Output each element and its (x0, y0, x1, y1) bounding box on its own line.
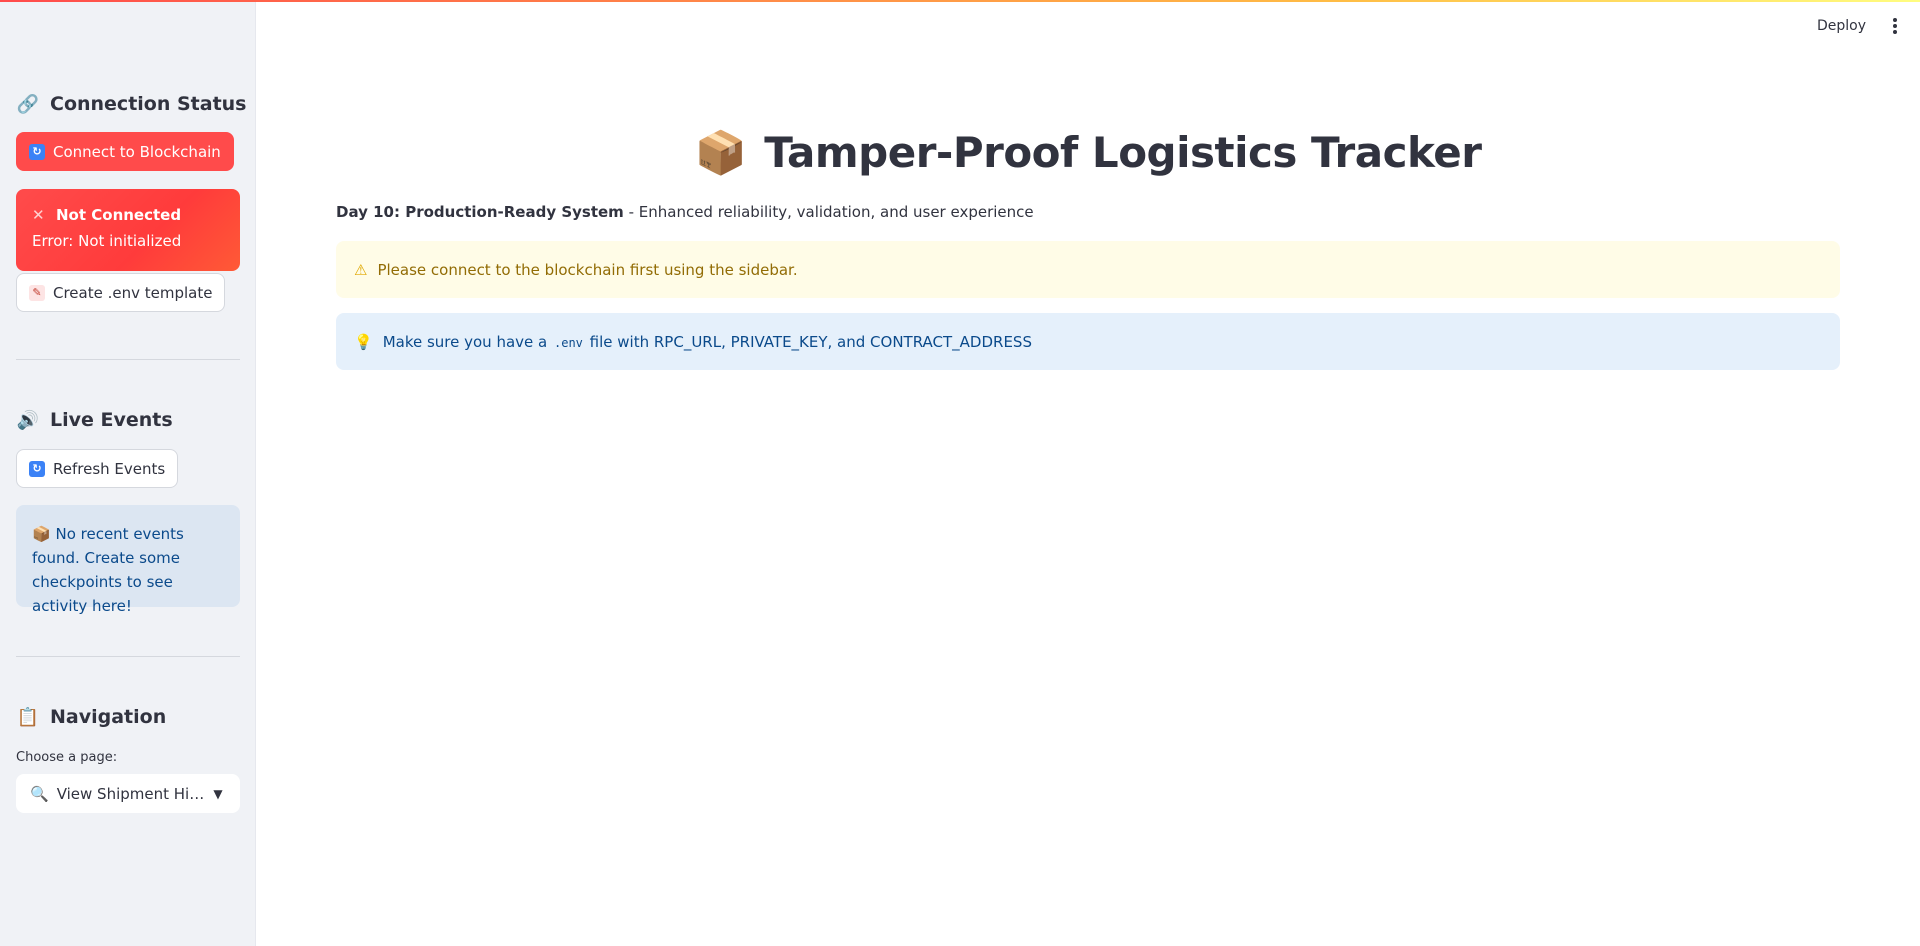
env-button-label: Create .env template (53, 283, 213, 302)
speaker-icon: 🔊 (16, 409, 40, 431)
navigation-heading-text: Navigation (50, 706, 167, 728)
app-header-actions: Deploy (1817, 18, 1904, 34)
error-message: Error: Not initialized (32, 232, 182, 250)
warning-icon: ⚠ (354, 260, 368, 279)
top-decoration-bar (0, 0, 1920, 2)
chevron-down-icon: ▼ (213, 786, 223, 801)
create-env-template-button[interactable]: ✎ Create .env template (16, 273, 226, 312)
sidebar-divider (16, 656, 240, 657)
page-subtitle: Day 10: Production-Ready System - Enhanc… (336, 203, 1034, 221)
memo-icon: ✎ (29, 284, 45, 301)
connect-to-blockchain-button[interactable]: ↻ Connect to Blockchain (16, 132, 234, 171)
page-title-text: Tamper-Proof Logistics Tracker (764, 128, 1482, 177)
link-icon: 🔗 (16, 93, 40, 115)
page-title: 📦 Tamper-Proof Logistics Tracker (336, 128, 1840, 178)
info-suffix: file with RPC_URL, PRIVATE_KEY, and CONT… (584, 332, 1032, 351)
refresh-button-label: Refresh Events (53, 459, 166, 478)
connection-status-heading: 🔗 Connection Status (16, 89, 247, 119)
refresh-icon: ↻ (29, 460, 45, 477)
refresh-icon: ↻ (29, 143, 45, 160)
lightbulb-icon: 💡 (354, 332, 373, 351)
info-prefix: Make sure you have a (382, 332, 552, 351)
page-select-value: View Shipment History (56, 784, 210, 803)
search-icon: 🔍 (30, 784, 49, 803)
error-title: Not Connected (56, 206, 182, 224)
package-icon: 📦 (32, 525, 51, 543)
connection-error-alert: ✕ Not Connected Error: Not initialized (16, 189, 240, 271)
page-select-label: Choose a page: (16, 750, 118, 765)
sidebar: 🔗 Connection Status ↻ Connect to Blockch… (0, 0, 256, 946)
connect-warning-alert: ⚠ Please connect to the blockchain first… (336, 241, 1840, 298)
kebab-menu-icon[interactable] (1886, 18, 1904, 34)
subtitle-bold: Day 10: Production-Ready System (336, 203, 624, 221)
info-text: Make sure you have a .env file with RPC_… (383, 333, 1032, 351)
no-events-info: 📦 No recent events found. Create some ch… (16, 505, 240, 615)
deploy-button[interactable]: Deploy (1817, 18, 1866, 34)
clipboard-icon: 📋 (16, 706, 40, 728)
subtitle-rest: - Enhanced reliability, validation, and … (623, 203, 1034, 221)
warning-text: Please connect to the blockchain first u… (377, 260, 798, 279)
live-events-heading: 🔊 Live Events (16, 405, 173, 435)
x-icon: ✕ (32, 206, 45, 224)
page-select[interactable]: 🔍 View Shipment History ▼ (16, 774, 240, 813)
connection-status-heading-text: Connection Status (50, 93, 247, 115)
sidebar-divider (16, 359, 240, 360)
package-icon: 📦 (694, 128, 747, 177)
connect-button-label: Connect to Blockchain (53, 142, 221, 161)
env-code: .env (554, 335, 583, 350)
env-info-alert: 💡 Make sure you have a .env file with RP… (336, 313, 1840, 370)
live-events-heading-text: Live Events (50, 409, 173, 431)
no-events-message: No recent events found. Create some chec… (32, 525, 184, 615)
refresh-events-button[interactable]: ↻ Refresh Events (16, 449, 179, 488)
navigation-heading: 📋 Navigation (16, 702, 166, 732)
